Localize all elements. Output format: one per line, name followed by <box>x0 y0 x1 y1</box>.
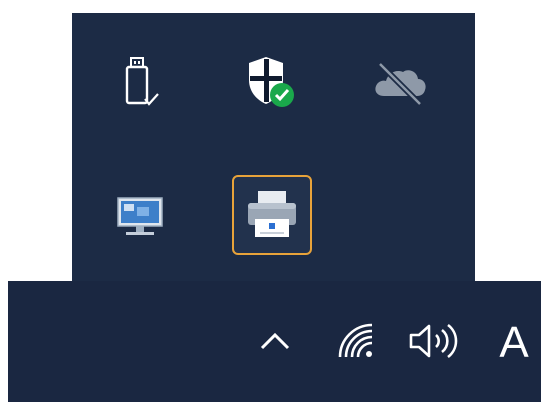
onedrive-tray-item[interactable] <box>368 51 432 115</box>
input-indicator-label: A <box>499 318 529 367</box>
usb-tray-item[interactable] <box>108 51 172 115</box>
printer-tray-item[interactable] <box>232 175 312 255</box>
speaker-volume-icon <box>407 321 463 366</box>
security-tray-item[interactable] <box>238 51 302 115</box>
remote-desktop-tray-item[interactable] <box>108 183 172 247</box>
notification-overflow-tray <box>72 13 475 281</box>
wifi-icon <box>334 319 378 368</box>
show-hidden-icons-button[interactable] <box>248 321 302 365</box>
screen: A <box>0 0 541 407</box>
network-button[interactable] <box>330 317 382 369</box>
volume-button[interactable] <box>404 319 466 367</box>
printer-icon <box>242 187 302 243</box>
taskbar: A <box>8 281 541 402</box>
input-indicator[interactable]: A <box>492 319 536 367</box>
onedrive-offline-icon <box>370 58 430 108</box>
usb-safely-remove-icon <box>118 55 162 111</box>
remote-desktop-monitor-icon <box>112 190 168 240</box>
chevron-up-icon <box>258 330 292 357</box>
windows-security-shield-icon <box>242 54 298 112</box>
